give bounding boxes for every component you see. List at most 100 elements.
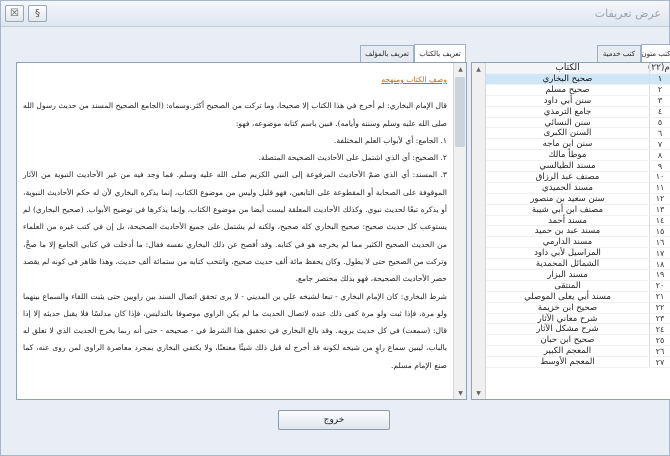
table-row[interactable]: ٢٢ صحيح ابن خزيمة — [486, 302, 670, 314]
table-row[interactable]: ٤ جامع الترمذي — [486, 106, 670, 118]
row-book-title: سنن ابن ماجه — [486, 139, 650, 150]
row-book-title: مصنف عبد الرزاق — [486, 171, 650, 182]
column-header-book: الكتاب — [486, 63, 650, 73]
row-number: ٨ — [657, 150, 663, 160]
row-book-title: المعجم الأوسط — [486, 357, 650, 368]
row-number: ١٣ — [655, 205, 665, 215]
scroll-thumb[interactable] — [455, 77, 465, 147]
table-row[interactable]: ٣ سنن أبي داود — [486, 95, 670, 107]
scroll-down-icon[interactable]: ▼ — [472, 387, 485, 399]
row-number: ١٨ — [655, 259, 665, 269]
row-book-title: شرح مشكل الآثار — [486, 324, 650, 335]
description-paragraph: ١. الجامع: أي لأبواب العلم المختلفة. — [333, 135, 447, 145]
row-book-title: مسند الدارمي — [486, 237, 650, 248]
books-table: م(٢٢) الكتاب ١ صحيح البخاري ٢ صحيح مسلم ٣ سنن أ… — [486, 63, 670, 399]
title-bar: ☒ § عرض تعريفات — [1, 1, 669, 27]
table-row[interactable]: ٨ موطأ مالك — [486, 150, 670, 162]
scroll-up-icon[interactable]: ▲ — [454, 63, 467, 75]
scroll-down-icon[interactable]: ▼ — [454, 387, 467, 399]
row-book-title: سنن أبي داود — [486, 95, 650, 106]
tab-service-books[interactable]: كتب خدمية — [597, 45, 641, 62]
description-paragraph: قال الإمام البخاري: لم أخرج في هذا الكتا… — [23, 101, 447, 128]
table-row[interactable]: ٧ سنن ابن ماجه — [486, 139, 670, 151]
row-book-title: موطأ مالك — [486, 150, 650, 161]
table-row[interactable]: ٢٦ المعجم الكبير — [486, 346, 670, 358]
row-book-title: مسند الطيالسي — [486, 161, 650, 172]
row-number: ٧ — [657, 139, 663, 149]
dialog-window: ☒ § عرض تعريفات كتب متون كتب خدمية ▲ ▼ م… — [0, 0, 670, 456]
table-row[interactable]: ١ صحيح البخاري — [486, 73, 670, 85]
tab-about-author[interactable]: تعريف بالمؤلف — [360, 45, 414, 62]
description-paragraph: ٣. المسند: أي الذي ضمّ الأحاديث المرفوعة… — [23, 170, 447, 284]
table-row[interactable]: ١٨ الشمائل المحمدية — [486, 259, 670, 271]
books-list-pane: ▲ ▼ م(٢٢) الكتاب ١ صحيح البخاري ٢ صحيح مسلم ٣ س… — [471, 62, 670, 400]
row-number: ١٠ — [655, 172, 665, 182]
row-book-title: صحيح ابن خزيمة — [486, 302, 650, 313]
row-number: ٥ — [657, 118, 663, 127]
row-number: ٣ — [657, 96, 663, 106]
tab-texts[interactable]: كتب متون — [641, 44, 670, 62]
table-row[interactable]: ١١ مسند الحميدي — [486, 182, 670, 194]
table-row[interactable]: ١٩ مسند البزار — [486, 269, 670, 281]
row-number: ١٧ — [655, 248, 665, 258]
row-book-title: مسند الحميدي — [486, 182, 650, 193]
help-icon[interactable]: § — [28, 5, 47, 22]
window-title: عرض تعريفات — [594, 7, 661, 20]
row-number: ١٦ — [655, 237, 665, 247]
row-number: ٦ — [657, 128, 663, 138]
table-row[interactable]: ١٠ مصنف عبد الرزاق — [486, 171, 670, 183]
row-book-title: صحيح البخاري — [486, 73, 650, 84]
table-row[interactable]: ١٢ سنن سعيد بن منصور — [486, 193, 670, 205]
table-row[interactable]: ٢٤ شرح مشكل الآثار — [486, 324, 670, 336]
close-icon[interactable]: ☒ — [5, 5, 24, 22]
table-row[interactable]: ١٥ مسند عبد بن حميد — [486, 226, 670, 238]
books-scrollbar[interactable]: ▲ ▼ — [472, 63, 486, 399]
table-row[interactable]: ٥ سنن النسائي — [486, 117, 670, 129]
table-row[interactable]: ٢ صحيح مسلم — [486, 84, 670, 96]
table-row[interactable]: ١٤ مسند أحمد — [486, 215, 670, 227]
row-number: ١٥ — [655, 226, 665, 236]
row-number: ٢٦ — [655, 346, 665, 356]
table-row[interactable]: ٢٣ شرح معاني الآثار — [486, 313, 670, 325]
table-row[interactable]: ٢١ مسند أبي يعلى الموصلي — [486, 291, 670, 303]
table-row[interactable]: ٩ مسند الطيالسي — [486, 161, 670, 173]
exit-button[interactable]: خروج — [278, 410, 390, 430]
table-header: م(٢٢) الكتاب — [486, 63, 670, 74]
table-row[interactable]: ١٦ مسند الدارمي — [486, 237, 670, 249]
row-number: ٩ — [657, 161, 663, 171]
row-book-title: جامع الترمذي — [486, 106, 650, 117]
scroll-up-icon[interactable]: ▲ — [472, 63, 485, 75]
table-row[interactable]: ٦ السنن الكبرى — [486, 128, 670, 140]
row-book-title: شرح معاني الآثار — [486, 313, 650, 324]
row-book-title: صحيح ابن حبان — [486, 335, 650, 346]
description-scrollbar[interactable]: ▲ ▼ — [453, 63, 466, 399]
row-number: ٢ — [657, 85, 663, 95]
row-book-title: مسند أبي يعلى الموصلي — [486, 291, 650, 302]
row-number: ٢٣ — [655, 314, 665, 324]
description-heading: وصف الكتاب ومنهجه — [381, 75, 447, 84]
table-row[interactable]: ١٣ مصنف ابن أبي شيبة — [486, 204, 670, 216]
row-number: ٤ — [657, 107, 663, 117]
row-number: ٢٠ — [655, 281, 665, 291]
row-book-title: المعجم الكبير — [486, 346, 650, 357]
row-book-title: المنتقى — [486, 280, 650, 291]
table-row[interactable]: ٢٧ المعجم الأوسط — [486, 357, 670, 369]
row-number: ٢٤ — [655, 324, 665, 334]
row-number: ١ — [657, 74, 663, 84]
tab-about-book[interactable]: تعريف بالكتاب — [414, 44, 466, 62]
row-number: ٢٢ — [655, 303, 665, 313]
description-text: وصف الكتاب ومنهجه قال الإمام البخاري: لم… — [21, 71, 449, 397]
row-book-title: مسند أحمد — [486, 215, 650, 226]
row-number: ٢٧ — [655, 357, 665, 367]
description-paragraph: شرط البخاري: كان الإمام البخاري - تبعا ل… — [23, 291, 447, 370]
description-paragraph: ٢. الصحيح: أي الذي اشتمل على الأحاديث ال… — [258, 153, 447, 163]
row-book-title: المراسيل لأبي داود — [486, 248, 650, 259]
table-row[interactable]: ٢٠ المنتقى — [486, 280, 670, 292]
row-number: ١١ — [655, 183, 665, 193]
row-book-title: الشمائل المحمدية — [486, 259, 650, 270]
table-row[interactable]: ٢٥ صحيح ابن حبان — [486, 335, 670, 347]
row-number: ٢٥ — [655, 335, 665, 345]
table-row[interactable]: ١٧ المراسيل لأبي داود — [486, 248, 670, 260]
row-book-title: صحيح مسلم — [486, 84, 650, 95]
row-number: ٢١ — [655, 292, 665, 302]
